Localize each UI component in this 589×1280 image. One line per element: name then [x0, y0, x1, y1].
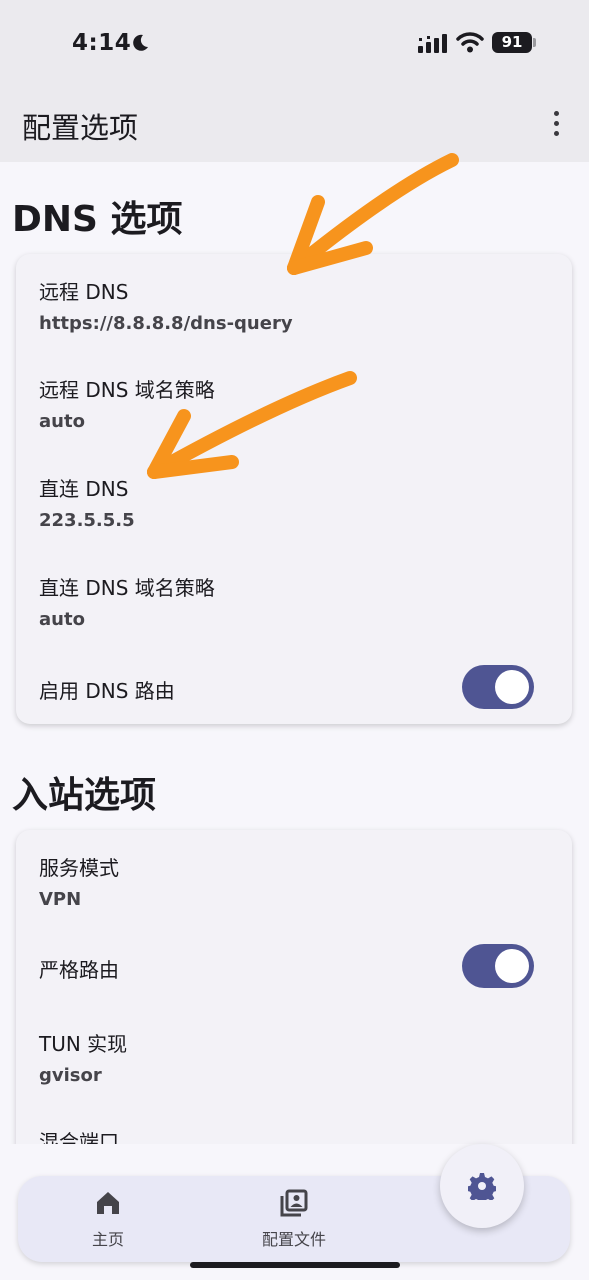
strict-route-item: 严格路由 — [39, 954, 119, 983]
remote-dns-value: https://8.8.8.8/dns-query — [39, 313, 293, 334]
app-bar: 配置选项 — [0, 88, 589, 162]
remote-dns-label: 远程 DNS — [39, 280, 129, 304]
direct-dns-strategy-label: 直连 DNS 域名策略 — [39, 576, 215, 600]
nav-home[interactable]: 主页 — [53, 1188, 163, 1250]
direct-dns-strategy-value: auto — [39, 609, 85, 630]
service-mode-label: 服务模式 — [39, 856, 119, 880]
dns-section-title: DNS 选项 — [12, 199, 183, 240]
toggle-knob — [495, 949, 529, 983]
toggle-knob — [495, 670, 529, 704]
cellular-signal-icon — [418, 34, 447, 53]
profiles-icon — [280, 1189, 308, 1217]
service-mode-item[interactable]: 服务模式 VPN — [39, 852, 119, 910]
inbound-options-card: 服务模式 VPN 严格路由 TUN 实现 gvisor 混合端口 — [16, 830, 572, 1160]
enable-dns-routing-item: 启用 DNS 路由 — [39, 675, 175, 704]
nav-home-label: 主页 — [91, 1230, 124, 1249]
moon-icon — [133, 34, 148, 51]
gear-icon — [468, 1173, 496, 1200]
nav-profiles-label: 配置文件 — [261, 1230, 326, 1249]
enable-dns-routing-toggle[interactable] — [462, 665, 534, 709]
settings-fab[interactable] — [440, 1144, 524, 1228]
remote-dns-strategy-value: auto — [39, 411, 85, 432]
direct-dns-item[interactable]: 直连 DNS 223.5.5.5 — [39, 473, 135, 531]
home-indicator — [190, 1262, 400, 1268]
more-options-icon[interactable] — [540, 106, 572, 140]
direct-dns-value: 223.5.5.5 — [39, 510, 135, 531]
home-icon — [97, 1192, 119, 1214]
dns-options-card: 远程 DNS https://8.8.8.8/dns-query 远程 DNS … — [16, 254, 572, 724]
strict-route-toggle[interactable] — [462, 944, 534, 988]
remote-dns-strategy-item[interactable]: 远程 DNS 域名策略 auto — [39, 374, 215, 432]
remote-dns-strategy-label: 远程 DNS 域名策略 — [39, 378, 215, 402]
direct-dns-strategy-item[interactable]: 直连 DNS 域名策略 auto — [39, 572, 215, 630]
battery-indicator: 91 — [492, 32, 532, 53]
direct-dns-label: 直连 DNS — [39, 477, 129, 501]
tun-impl-value: gvisor — [39, 1065, 102, 1086]
strict-route-label: 严格路由 — [39, 958, 119, 982]
wifi-icon — [456, 32, 484, 53]
tun-impl-label: TUN 实现 — [39, 1032, 128, 1056]
page-title: 配置选项 — [22, 111, 139, 145]
remote-dns-item[interactable]: 远程 DNS https://8.8.8.8/dns-query — [39, 276, 293, 334]
status-bar: 4:14 91 — [0, 0, 589, 88]
battery-tip — [533, 38, 536, 47]
tun-impl-item[interactable]: TUN 实现 gvisor — [39, 1028, 127, 1086]
service-mode-value: VPN — [39, 889, 82, 910]
enable-dns-routing-label: 启用 DNS 路由 — [39, 679, 175, 703]
status-time: 4:14 — [72, 30, 132, 56]
nav-profiles[interactable]: 配置文件 — [239, 1188, 349, 1250]
inbound-section-title: 入站选项 — [12, 775, 157, 816]
